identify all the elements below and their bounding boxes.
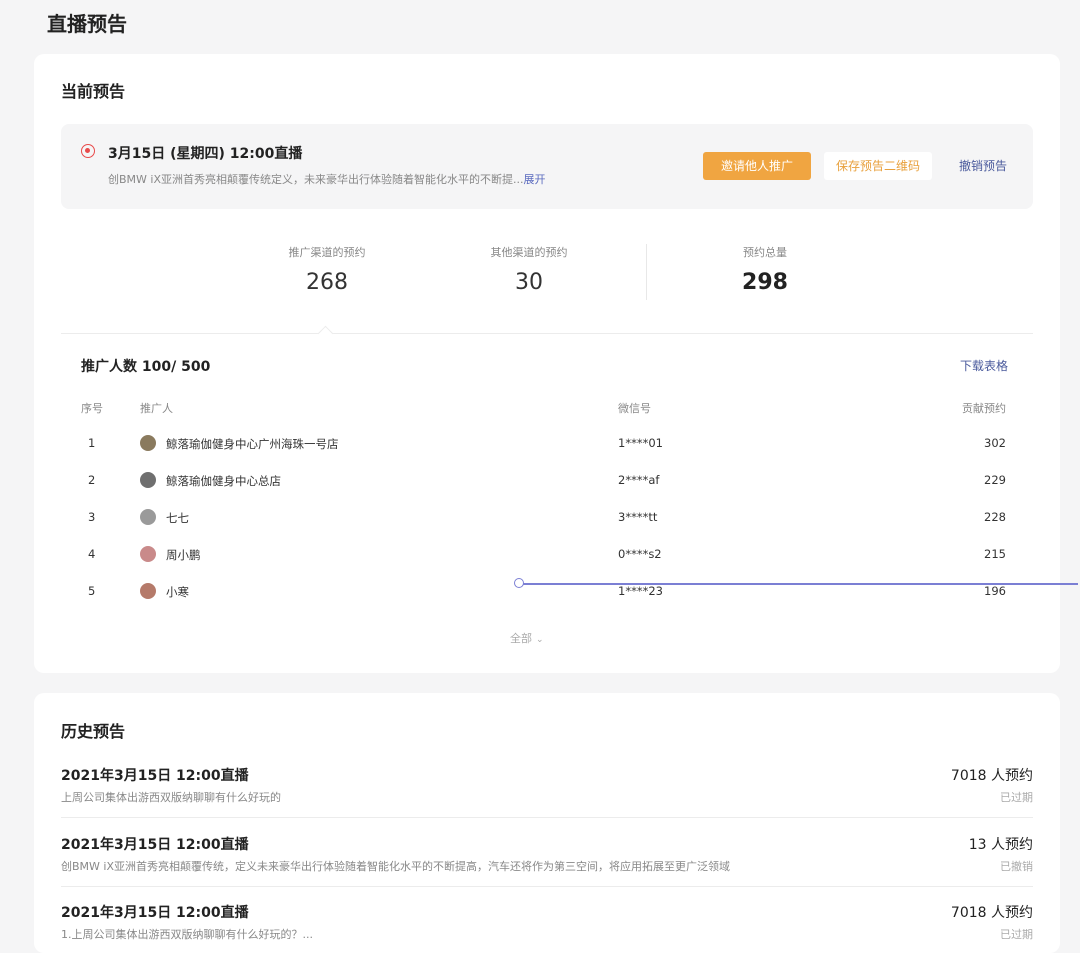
annotation-pointer-line [518,583,1078,585]
divider [61,333,1033,334]
table-row[interactable]: 3 七七 3****tt 228 [34,509,1060,547]
download-table-link[interactable]: 下载表格 [960,357,1008,374]
page-title: 直播预告 [47,12,127,36]
table-row[interactable]: 5 小寒 1****23 196 [34,583,1060,621]
row-index: 1 [88,436,96,450]
current-announcement-banner: 3月15日 (星期四) 12:00直播 创BMW iX亚洲首秀亮相颠覆传统定义，… [61,124,1033,209]
divider [61,817,1033,818]
history-item-title: 2021年3月15日 12:00直播 [61,768,249,784]
promoter-name: 周小鹏 [166,548,201,562]
stat-label: 推广渠道的预约 [288,246,366,259]
announcement-title: 3月15日 (星期四) 12:00直播 [108,146,303,162]
current-announcement-card: 当前预告 3月15日 (星期四) 12:00直播 创BMW iX亚洲首秀亮相颠覆… [34,54,1060,673]
column-header-index: 序号 [81,402,103,415]
section-title-current: 当前预告 [61,82,126,101]
history-item-count: 13 人预约 [968,837,1033,853]
wechat-id: 1****01 [618,436,663,450]
announcement-description-text: 创BMW iX亚洲首秀亮相颠覆传统定义，未来豪华出行体验随着智能化水平的不断提.… [108,173,524,186]
history-item-status: 已过期 [1000,928,1033,941]
wechat-id: 0****s2 [618,547,662,561]
row-index: 5 [88,584,96,598]
expand-link[interactable]: 展开 [524,173,546,186]
stat-promo-channel[interactable]: 推广渠道的预约 268 [247,244,407,295]
live-indicator-icon [81,144,95,158]
row-index: 3 [88,510,96,524]
promoter-name: 小寒 [166,585,189,599]
history-item-description: 创BMW iX亚洲首秀亮相颠覆传统，定义未来豪华出行体验随着智能化水平的不断提高… [61,860,730,873]
revoke-announcement-button[interactable]: 撤销预告 [953,152,1013,180]
promoter-name: 鲸落瑜伽健身中心总店 [166,474,281,488]
row-index: 4 [88,547,96,561]
show-all-toggle[interactable]: 全部 ⌄ [510,630,544,646]
history-item-status: 已过期 [1000,791,1033,804]
contribution-count: 228 [984,510,1006,524]
avatar [140,546,156,562]
invite-promote-button[interactable]: 邀请他人推广 [703,152,811,180]
history-item-description: 1.上周公司集体出游西双版纳聊聊有什么好玩的？... [61,928,313,941]
stat-other-channel[interactable]: 其他渠道的预约 30 [449,244,609,295]
promoter-name: 鲸落瑜伽健身中心广州海珠一号店 [166,437,339,451]
column-header-promoter: 推广人 [140,402,173,415]
stat-label: 预约总量 [743,246,787,259]
history-item-title: 2021年3月15日 12:00直播 [61,837,249,853]
promoter-count: 推广人数 100/ 500 [81,359,211,375]
avatar [140,472,156,488]
promoter-name: 七七 [166,511,189,525]
selected-tab-caret [317,325,334,342]
row-index: 2 [88,473,96,487]
show-all-label: 全部 [510,632,532,645]
contribution-count: 215 [984,547,1006,561]
wechat-id: 3****tt [618,510,658,524]
avatar [140,509,156,525]
stat-label: 其他渠道的预约 [490,246,568,259]
stat-total: 预约总量 298 [685,244,845,295]
stat-value: 298 [742,270,788,295]
contribution-count: 196 [984,584,1006,598]
contribution-count: 302 [984,436,1006,450]
history-item-title: 2021年3月15日 12:00直播 [61,905,249,921]
save-qr-code-button[interactable]: 保存预告二维码 [824,152,932,180]
table-row[interactable]: 2 鲸落瑜伽健身中心总店 2****af 229 [34,472,1060,510]
divider [61,886,1033,887]
history-item-status: 已撤销 [1000,860,1033,873]
stat-value: 268 [306,270,348,295]
contribution-count: 229 [984,473,1006,487]
table-row[interactable]: 1 鲸落瑜伽健身中心广州海珠一号店 1****01 302 [34,435,1060,473]
column-header-wechat: 微信号 [618,402,651,415]
avatar [140,435,156,451]
annotation-pointer-dot [514,578,524,588]
table-row[interactable]: 4 周小鹏 0****s2 215 [34,546,1060,584]
history-item-count: 7018 人预约 [950,905,1033,921]
announcement-description: 创BMW iX亚洲首秀亮相颠覆传统定义，未来豪华出行体验随着智能化水平的不断提.… [108,171,546,187]
column-header-contribution: 贡献预约 [962,402,1006,415]
stat-value: 30 [515,270,543,295]
history-item-description: 上周公司集体出游西双版纳聊聊有什么好玩的 [61,791,281,804]
stat-divider [646,244,647,300]
avatar [140,583,156,599]
wechat-id: 2****af [618,473,660,487]
chevron-down-icon: ⌄ [536,635,544,645]
history-card: 历史预告 2021年3月15日 12:00直播 上周公司集体出游西双版纳聊聊有什… [34,693,1060,953]
history-item-count: 7018 人预约 [950,768,1033,784]
wechat-id: 1****23 [618,584,663,598]
section-title-history: 历史预告 [61,722,126,741]
